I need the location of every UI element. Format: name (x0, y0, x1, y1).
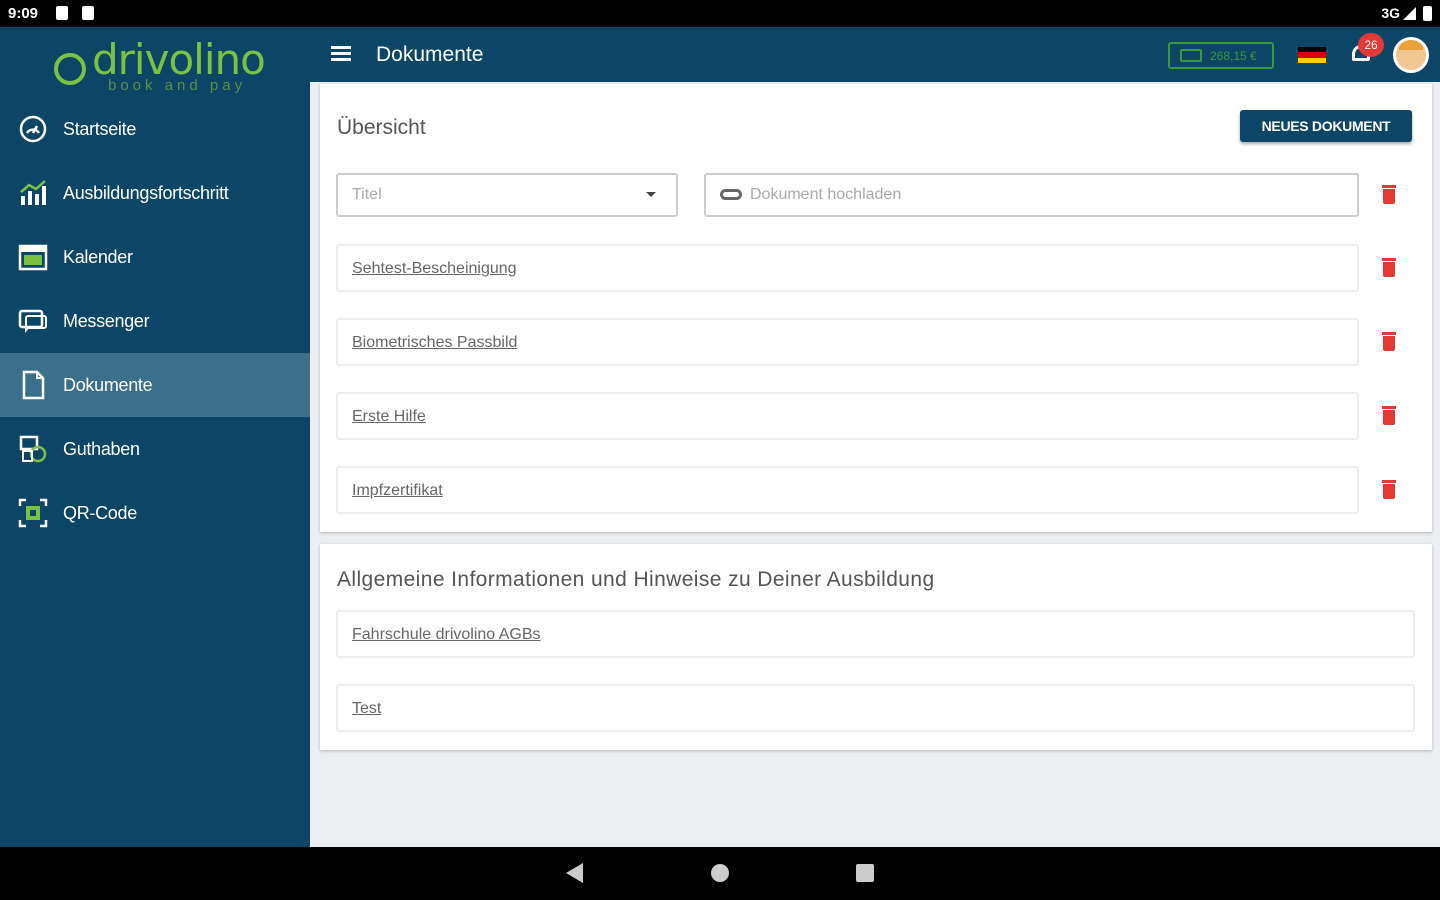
title-select[interactable]: Titel (336, 173, 678, 217)
notification-bell-icon[interactable]: 26 (1350, 33, 1384, 67)
network-type: 3G (1381, 5, 1400, 21)
list-item: Test (336, 684, 1415, 732)
list-item: Biometrisches Passbild (336, 318, 1359, 366)
back-icon[interactable] (566, 863, 583, 883)
sidebar-item-label: Ausbildungsfortschritt (63, 182, 229, 203)
sidebar-item-dokumente[interactable]: Dokumente (0, 353, 310, 417)
new-document-button[interactable]: NEUES DOKUMENT (1240, 110, 1412, 142)
upload-placeholder: Dokument hochladen (750, 186, 902, 203)
recent-apps-icon[interactable] (856, 864, 874, 882)
delete-upload-icon[interactable] (1382, 185, 1396, 205)
clock: 9:09 (8, 5, 39, 22)
notification-icon (56, 6, 68, 20)
german-flag-icon[interactable] (1298, 47, 1326, 63)
brand-logo[interactable]: drivolino book and pay (52, 35, 266, 105)
document-link[interactable]: Impfzertifikat (352, 482, 443, 500)
sidebar-item-label: Messenger (63, 310, 150, 331)
sidebar: drivolino book and pay Startseite Ausbil… (0, 27, 310, 847)
chart-icon (18, 178, 48, 208)
sd-card-icon (82, 6, 94, 20)
sidebar-item-label: Guthaben (63, 438, 140, 459)
credit-balance[interactable]: 268,15 € (1168, 42, 1274, 69)
document-link[interactable]: Fahrschule drivolino AGBs (352, 626, 541, 644)
battery-icon (1423, 6, 1432, 21)
credit-amount: 268,15 € (1210, 48, 1257, 63)
hamburger-menu-icon[interactable] (331, 46, 351, 62)
document-link[interactable]: Test (352, 700, 381, 718)
brand-tagline: book and pay (108, 77, 247, 94)
list-item: Impfzertifikat (336, 466, 1359, 514)
page-title: Dokumente (376, 43, 484, 66)
document-link[interactable]: Sehtest-Bescheinigung (352, 260, 517, 278)
sidebar-item-label: QR-Code (63, 502, 137, 523)
document-icon (18, 370, 48, 400)
cash-icon (1180, 49, 1202, 62)
sidebar-item-messenger[interactable]: Messenger (0, 289, 310, 353)
coins-icon (18, 434, 48, 464)
main-content: Übersicht NEUES DOKUMENT Titel Dokument … (310, 82, 1440, 847)
paperclip-icon (720, 189, 742, 200)
delete-document-icon[interactable] (1382, 406, 1396, 426)
sidebar-item-label: Dokumente (63, 374, 153, 395)
document-link[interactable]: Biometrisches Passbild (352, 334, 517, 352)
sidebar-item-startseite[interactable]: Startseite (0, 97, 310, 161)
logo-circle-icon (54, 53, 86, 85)
list-item: Sehtest-Bescheinigung (336, 244, 1359, 292)
system-nav-bar (0, 847, 1440, 900)
delete-document-icon[interactable] (1382, 480, 1396, 500)
signal-icon (1403, 7, 1416, 20)
document-link[interactable]: Erste Hilfe (352, 408, 426, 426)
app-bar: Dokumente 268,15 € 26 (310, 27, 1440, 82)
sidebar-item-kalender[interactable]: Kalender (0, 225, 310, 289)
document-upload-field[interactable]: Dokument hochladen (704, 173, 1359, 217)
delete-document-icon[interactable] (1382, 258, 1396, 278)
sidebar-item-label: Startseite (63, 118, 137, 139)
sidebar-item-label: Kalender (63, 246, 133, 267)
sidebar-item-qr-code[interactable]: QR-Code (0, 481, 310, 545)
qr-icon (18, 498, 48, 528)
overview-title: Übersicht (337, 116, 426, 139)
caret-down-icon (646, 192, 656, 197)
sidebar-nav: Startseite Ausbildungsfortschritt Kalend… (0, 97, 310, 545)
notification-badge: 26 (1358, 33, 1384, 57)
title-select-value: Titel (352, 186, 382, 203)
home-icon[interactable] (711, 864, 729, 882)
list-item: Erste Hilfe (336, 392, 1359, 440)
chat-icon (18, 306, 48, 336)
list-item: Fahrschule drivolino AGBs (336, 610, 1415, 658)
status-bar: 9:09 3G (0, 0, 1440, 27)
overview-card: Übersicht NEUES DOKUMENT Titel Dokument … (320, 84, 1432, 532)
calendar-icon (18, 242, 48, 272)
info-title: Allgemeine Informationen und Hinweise zu… (337, 568, 935, 591)
sidebar-item-ausbildungsfortschritt[interactable]: Ausbildungsfortschritt (0, 161, 310, 225)
delete-document-icon[interactable] (1382, 332, 1396, 352)
info-card: Allgemeine Informationen und Hinweise zu… (320, 544, 1432, 750)
avatar[interactable] (1393, 37, 1429, 73)
sidebar-item-guthaben[interactable]: Guthaben (0, 417, 310, 481)
speedometer-icon (18, 114, 48, 144)
